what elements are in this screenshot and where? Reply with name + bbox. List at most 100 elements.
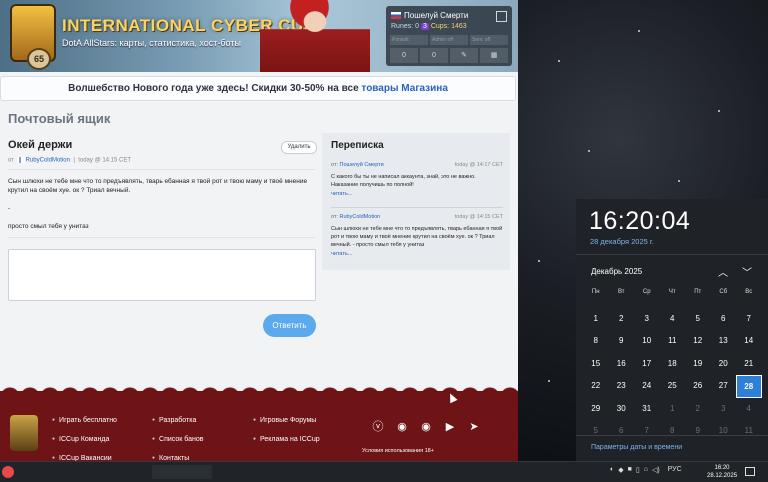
- calendar-day[interactable]: 5: [583, 420, 609, 443]
- calendar-week: 15 16 17 18 19 20 21: [583, 353, 763, 376]
- flag-icon: [16, 157, 25, 163]
- user-panel: Пошелуй Смерти Runes: 0 3 Cups: 1463 Pon…: [386, 6, 512, 66]
- vk-icon[interactable]: ⓥ: [370, 421, 386, 433]
- calendar-day[interactable]: 1: [583, 308, 609, 331]
- clock-time: 16:20:04: [589, 207, 691, 235]
- system-tray: ◐ ◆ ■ ▯ ⌂ ◁) РУС: [610, 466, 682, 474]
- calendar-day[interactable]: 11: [660, 330, 686, 353]
- tray-app-icon[interactable]: ◐: [610, 466, 614, 474]
- reply-textarea[interactable]: [8, 249, 316, 301]
- divider: [8, 169, 315, 170]
- calendar-day[interactable]: 12: [685, 330, 711, 353]
- calendar-day[interactable]: 10: [634, 330, 660, 353]
- calendar-day[interactable]: 25: [660, 375, 686, 398]
- calendar-day[interactable]: 8: [660, 420, 686, 443]
- promo-text: Волшебство Нового года уже здесь! Скидки…: [68, 83, 359, 94]
- taskbar-app[interactable]: [152, 465, 212, 479]
- calendar-day[interactable]: 26: [685, 375, 711, 398]
- calendar-day[interactable]: 22: [583, 375, 609, 398]
- taskbar: ◐ ◆ ■ ▯ ⌂ ◁) РУС 16:20 28.12.2025: [0, 461, 768, 482]
- chevron-down-icon[interactable]: ﹀: [742, 264, 752, 279]
- chevron-up-icon[interactable]: ︿: [718, 264, 728, 279]
- notification-icon[interactable]: [745, 467, 755, 476]
- alert-button[interactable]: 0: [420, 48, 448, 63]
- calendar-day[interactable]: 7: [634, 420, 660, 443]
- calendar-day[interactable]: 20: [711, 353, 737, 376]
- age-notice[interactable]: Условия использования 18+: [362, 448, 434, 454]
- calendar-day[interactable]: 18: [660, 353, 686, 376]
- calendar-week: 1234567: [583, 308, 763, 331]
- taskbar-clock[interactable]: 16:20 28.12.2025: [707, 464, 737, 480]
- delete-button[interactable]: Удалить: [281, 141, 317, 154]
- language-indicator[interactable]: РУС: [668, 466, 682, 474]
- calendar-day[interactable]: 16: [609, 353, 635, 376]
- tray-app-icon[interactable]: ■: [628, 466, 632, 474]
- divider: [8, 237, 315, 238]
- youtube-icon[interactable]: ▶: [442, 421, 458, 433]
- calendar-day[interactable]: 21: [736, 353, 762, 376]
- discord-icon[interactable]: ◉: [418, 421, 434, 433]
- calendar-day[interactable]: 8: [583, 330, 609, 353]
- app-icon[interactable]: [2, 466, 14, 478]
- calendar-day[interactable]: 14: [736, 330, 762, 353]
- promo-shop-link[interactable]: товары Магазина: [361, 83, 447, 94]
- calendar-day[interactable]: 27: [711, 375, 737, 398]
- calendar-day[interactable]: 7: [736, 308, 762, 331]
- calendar-flyout: 16:20:04 28 декабря 2025 г. Декабрь 2025…: [576, 199, 768, 461]
- calendar-week: 22 23 24 25 26 27 28: [583, 375, 763, 398]
- calendar-day[interactable]: 19: [685, 353, 711, 376]
- calendar-day[interactable]: 15: [583, 353, 609, 376]
- telegram-icon[interactable]: ➤: [466, 421, 482, 433]
- stats-button[interactable]: ▦: [480, 48, 508, 63]
- promo-bar: Волшебство Нового года уже здесь! Скидки…: [0, 76, 516, 101]
- calendar-day[interactable]: 30: [609, 398, 635, 421]
- calendar-day[interactable]: 4: [736, 398, 762, 421]
- battery-icon[interactable]: ▯: [636, 466, 640, 474]
- flag-icon: [391, 12, 401, 19]
- calendar-month[interactable]: Декабрь 2025: [591, 267, 642, 276]
- calendar-day[interactable]: 3: [711, 398, 737, 421]
- calendar-day[interactable]: 11: [736, 420, 762, 443]
- read-more-link[interactable]: читать...: [331, 251, 503, 257]
- calendar-day[interactable]: 1: [660, 398, 686, 421]
- clock-date[interactable]: 28 декабря 2025 г.: [590, 237, 654, 246]
- date-time-settings-link[interactable]: Параметры даты и времени: [591, 444, 682, 451]
- calendar-day[interactable]: 9: [609, 330, 635, 353]
- calendar-day[interactable]: 5: [685, 308, 711, 331]
- reply-button[interactable]: Ответить: [263, 314, 316, 337]
- calendar-day[interactable]: 24: [634, 375, 660, 398]
- calendar-day[interactable]: 28: [736, 375, 762, 398]
- calendar-day[interactable]: 23: [609, 375, 635, 398]
- read-more-link[interactable]: читать...: [331, 191, 503, 197]
- calendar-day[interactable]: 3: [634, 308, 660, 331]
- settings-button[interactable]: ✎: [450, 48, 478, 63]
- discord-icon[interactable]: ◉: [394, 421, 410, 433]
- calendar-day[interactable]: 4: [660, 308, 686, 331]
- mail-button[interactable]: 0: [390, 48, 418, 63]
- calendar-week: 5 6 7 8 9 10 11: [583, 420, 763, 443]
- calendar-day[interactable]: 13: [711, 330, 737, 353]
- calendar-day[interactable]: 6: [609, 420, 635, 443]
- user-name[interactable]: Пошелуй Смерти: [404, 11, 468, 20]
- tray-app-icon[interactable]: ◆: [618, 466, 623, 474]
- calendar-day[interactable]: 6: [711, 308, 737, 331]
- calendar-day[interactable]: 9: [685, 420, 711, 443]
- user-actions-row: 0 0 ✎ ▦: [390, 48, 508, 63]
- calendar-day[interactable]: 29: [583, 398, 609, 421]
- logout-icon[interactable]: [496, 11, 507, 22]
- correspondence-item: от: RubyColdMotion today @ 14:15 CET Сын…: [331, 214, 503, 257]
- footer-column: Разработка Список банов Контакты: [152, 411, 203, 461]
- volume-icon[interactable]: ◁): [652, 466, 660, 474]
- calendar-day[interactable]: 2: [609, 308, 635, 331]
- network-icon[interactable]: ⌂: [644, 466, 648, 474]
- calendar-day[interactable]: 31: [634, 398, 660, 421]
- calendar-day[interactable]: 17: [634, 353, 660, 376]
- calendar-day[interactable]: 2: [685, 398, 711, 421]
- message-author[interactable]: RubyColdMotion: [26, 158, 70, 164]
- browser-viewport: 65 INTERNATIONAL CYBER CUP DotA AllStars…: [0, 0, 518, 461]
- calendar-week: 29 30 31 1 2 3 4: [583, 398, 763, 421]
- message-title: Окей держи: [8, 139, 73, 151]
- banner-subtitle: DotA AllStars: карты, статистика, хост-б…: [62, 38, 241, 48]
- calendar-day[interactable]: 10: [711, 420, 737, 443]
- footer-column: Игровые Форумы Реклама на ICCup: [253, 411, 320, 449]
